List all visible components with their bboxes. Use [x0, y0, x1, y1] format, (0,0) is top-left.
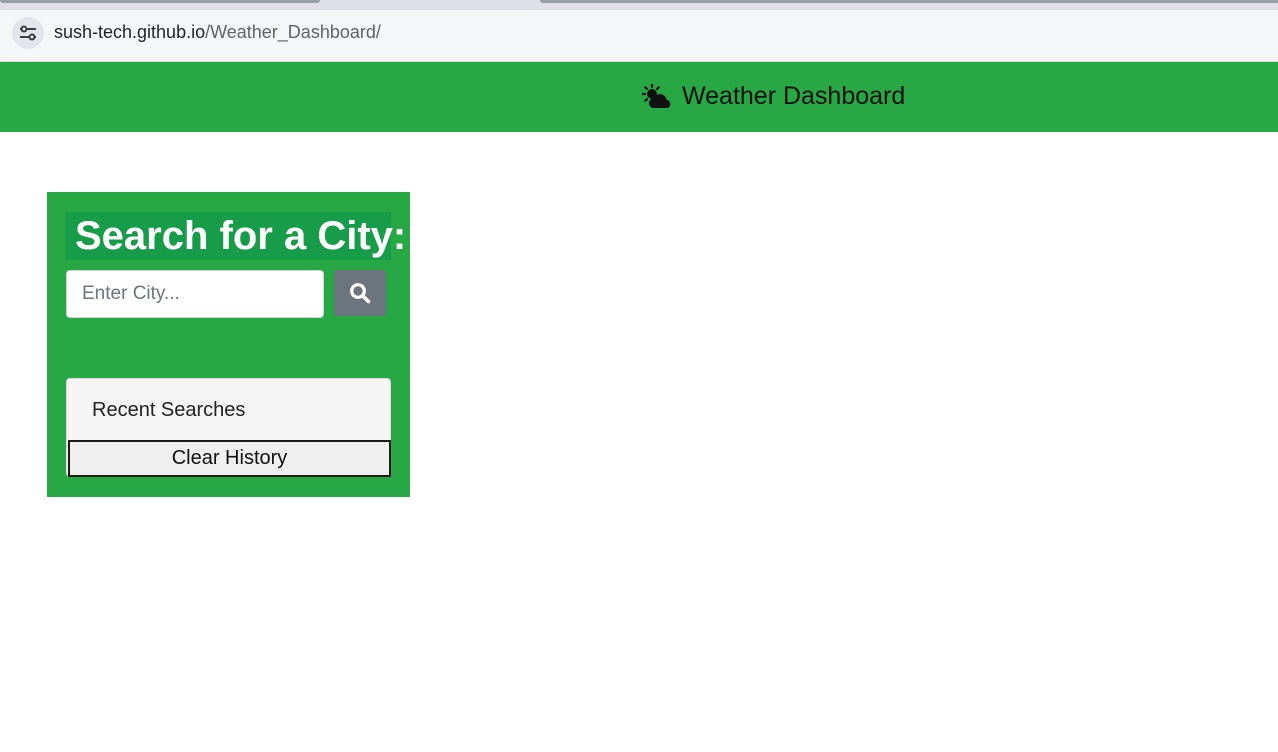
tune-icon	[20, 25, 36, 41]
url-path: /Weather_Dashboard/	[205, 22, 381, 42]
site-info-button[interactable]	[12, 17, 44, 49]
app-header: Weather Dashboard	[0, 62, 1278, 132]
browser-tab[interactable]	[540, 0, 1278, 3]
search-button[interactable]	[334, 270, 386, 316]
city-search-input[interactable]	[66, 270, 324, 318]
url-host: sush-tech.github.io	[54, 22, 206, 42]
address-bar[interactable]: sush-tech.github.io/Weather_Dashboard/	[0, 10, 1278, 62]
search-heading: Search for a City:	[66, 212, 406, 260]
browser-tab[interactable]	[0, 0, 320, 3]
clear-history-button[interactable]: Clear History	[68, 440, 391, 477]
cloud-sun-icon	[642, 83, 671, 108]
recent-searches-card: Recent Searches Clear History	[66, 378, 391, 477]
recent-searches-title: Recent Searches	[92, 399, 246, 421]
url-text[interactable]: sush-tech.github.io/Weather_Dashboard/	[54, 22, 381, 43]
search-panel: Search for a City: Recent Searches Clear…	[47, 192, 410, 497]
browser-tab-strip	[0, 0, 1278, 10]
app-title-text: Weather Dashboard	[682, 82, 906, 110]
search-icon	[350, 283, 371, 304]
app-title: Weather Dashboard	[642, 82, 905, 111]
